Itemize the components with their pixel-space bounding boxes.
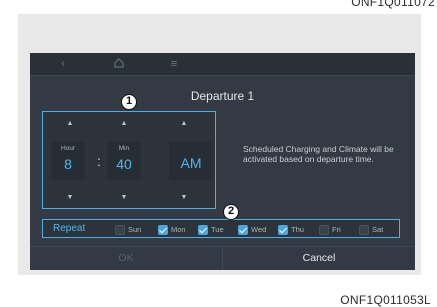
day-thu[interactable]: Thu: [278, 224, 304, 235]
day-sat[interactable]: Sat: [359, 224, 383, 235]
checkbox-checked-icon[interactable]: [158, 224, 168, 235]
checkbox-checked-icon[interactable]: [238, 224, 248, 235]
day-mon[interactable]: Mon: [158, 224, 186, 235]
dialog-buttons: OK Cancel: [30, 246, 415, 270]
day-label: Wed: [251, 225, 267, 234]
day-label: Mon: [171, 225, 186, 234]
day-label: Fri: [332, 225, 341, 234]
hour-label: Hour: [60, 145, 76, 152]
day-label: Sun: [128, 225, 142, 234]
hour-down-icon[interactable]: ▼: [63, 194, 77, 202]
repeat-label: Repeat: [53, 223, 86, 234]
time-picker: ▲ ▲ ▲ Hour 8 : Min 40 AM ▼ ▼ ▼: [42, 111, 216, 209]
ampm-up-icon[interactable]: ▲: [177, 120, 191, 128]
minute-up-icon[interactable]: ▲: [117, 120, 131, 128]
minute-value: 40: [116, 156, 132, 172]
checkbox-checked-icon[interactable]: [198, 224, 208, 235]
checkbox-unchecked-icon[interactable]: [319, 224, 329, 235]
infotainment-screen: ‹ ≡ Departure 1 ▲ ▲ ▲ Hour 8 : Min 40 AM…: [30, 53, 415, 270]
hour-up-icon[interactable]: ▲: [63, 120, 77, 128]
day-label: Tue: [211, 225, 224, 234]
dialog-title: Departure 1: [190, 89, 255, 103]
day-label: Sat: [372, 225, 384, 234]
checkbox-unchecked-icon[interactable]: [359, 224, 369, 235]
cancel-button[interactable]: Cancel: [222, 247, 415, 270]
callout-1: 1: [121, 94, 137, 110]
hour-value: 8: [64, 156, 72, 172]
day-fri[interactable]: Fri: [319, 224, 341, 235]
back-arrow-icon[interactable]: ‹: [56, 57, 70, 71]
home-icon[interactable]: [112, 57, 126, 71]
day-tue[interactable]: Tue: [198, 224, 224, 235]
info-text: Scheduled Charging and Climate will be a…: [243, 144, 394, 164]
ok-button[interactable]: OK: [30, 247, 222, 270]
checkbox-unchecked-icon[interactable]: [115, 224, 125, 235]
callout-2: 2: [223, 204, 239, 220]
ampm-value: AM: [180, 155, 202, 171]
status-bar: ‹ ≡: [30, 53, 415, 76]
time-separator: :: [97, 153, 101, 169]
figure-code-top: ONF1Q011072: [351, 0, 435, 9]
checkbox-checked-icon[interactable]: [278, 224, 288, 235]
menu-icon[interactable]: ≡: [167, 57, 181, 71]
figure-code-bottom: ONF1Q011053L: [340, 293, 431, 307]
repeat-bar: Repeat Sun Mon Tue Wed Thu Fri Sat: [42, 219, 400, 238]
day-sun[interactable]: Sun: [115, 224, 141, 235]
minute-label: Min: [118, 145, 130, 152]
ampm-down-icon[interactable]: ▼: [177, 194, 191, 202]
day-label: Thu: [291, 225, 304, 234]
day-wed[interactable]: Wed: [238, 224, 266, 235]
minute-down-icon[interactable]: ▼: [117, 194, 131, 202]
